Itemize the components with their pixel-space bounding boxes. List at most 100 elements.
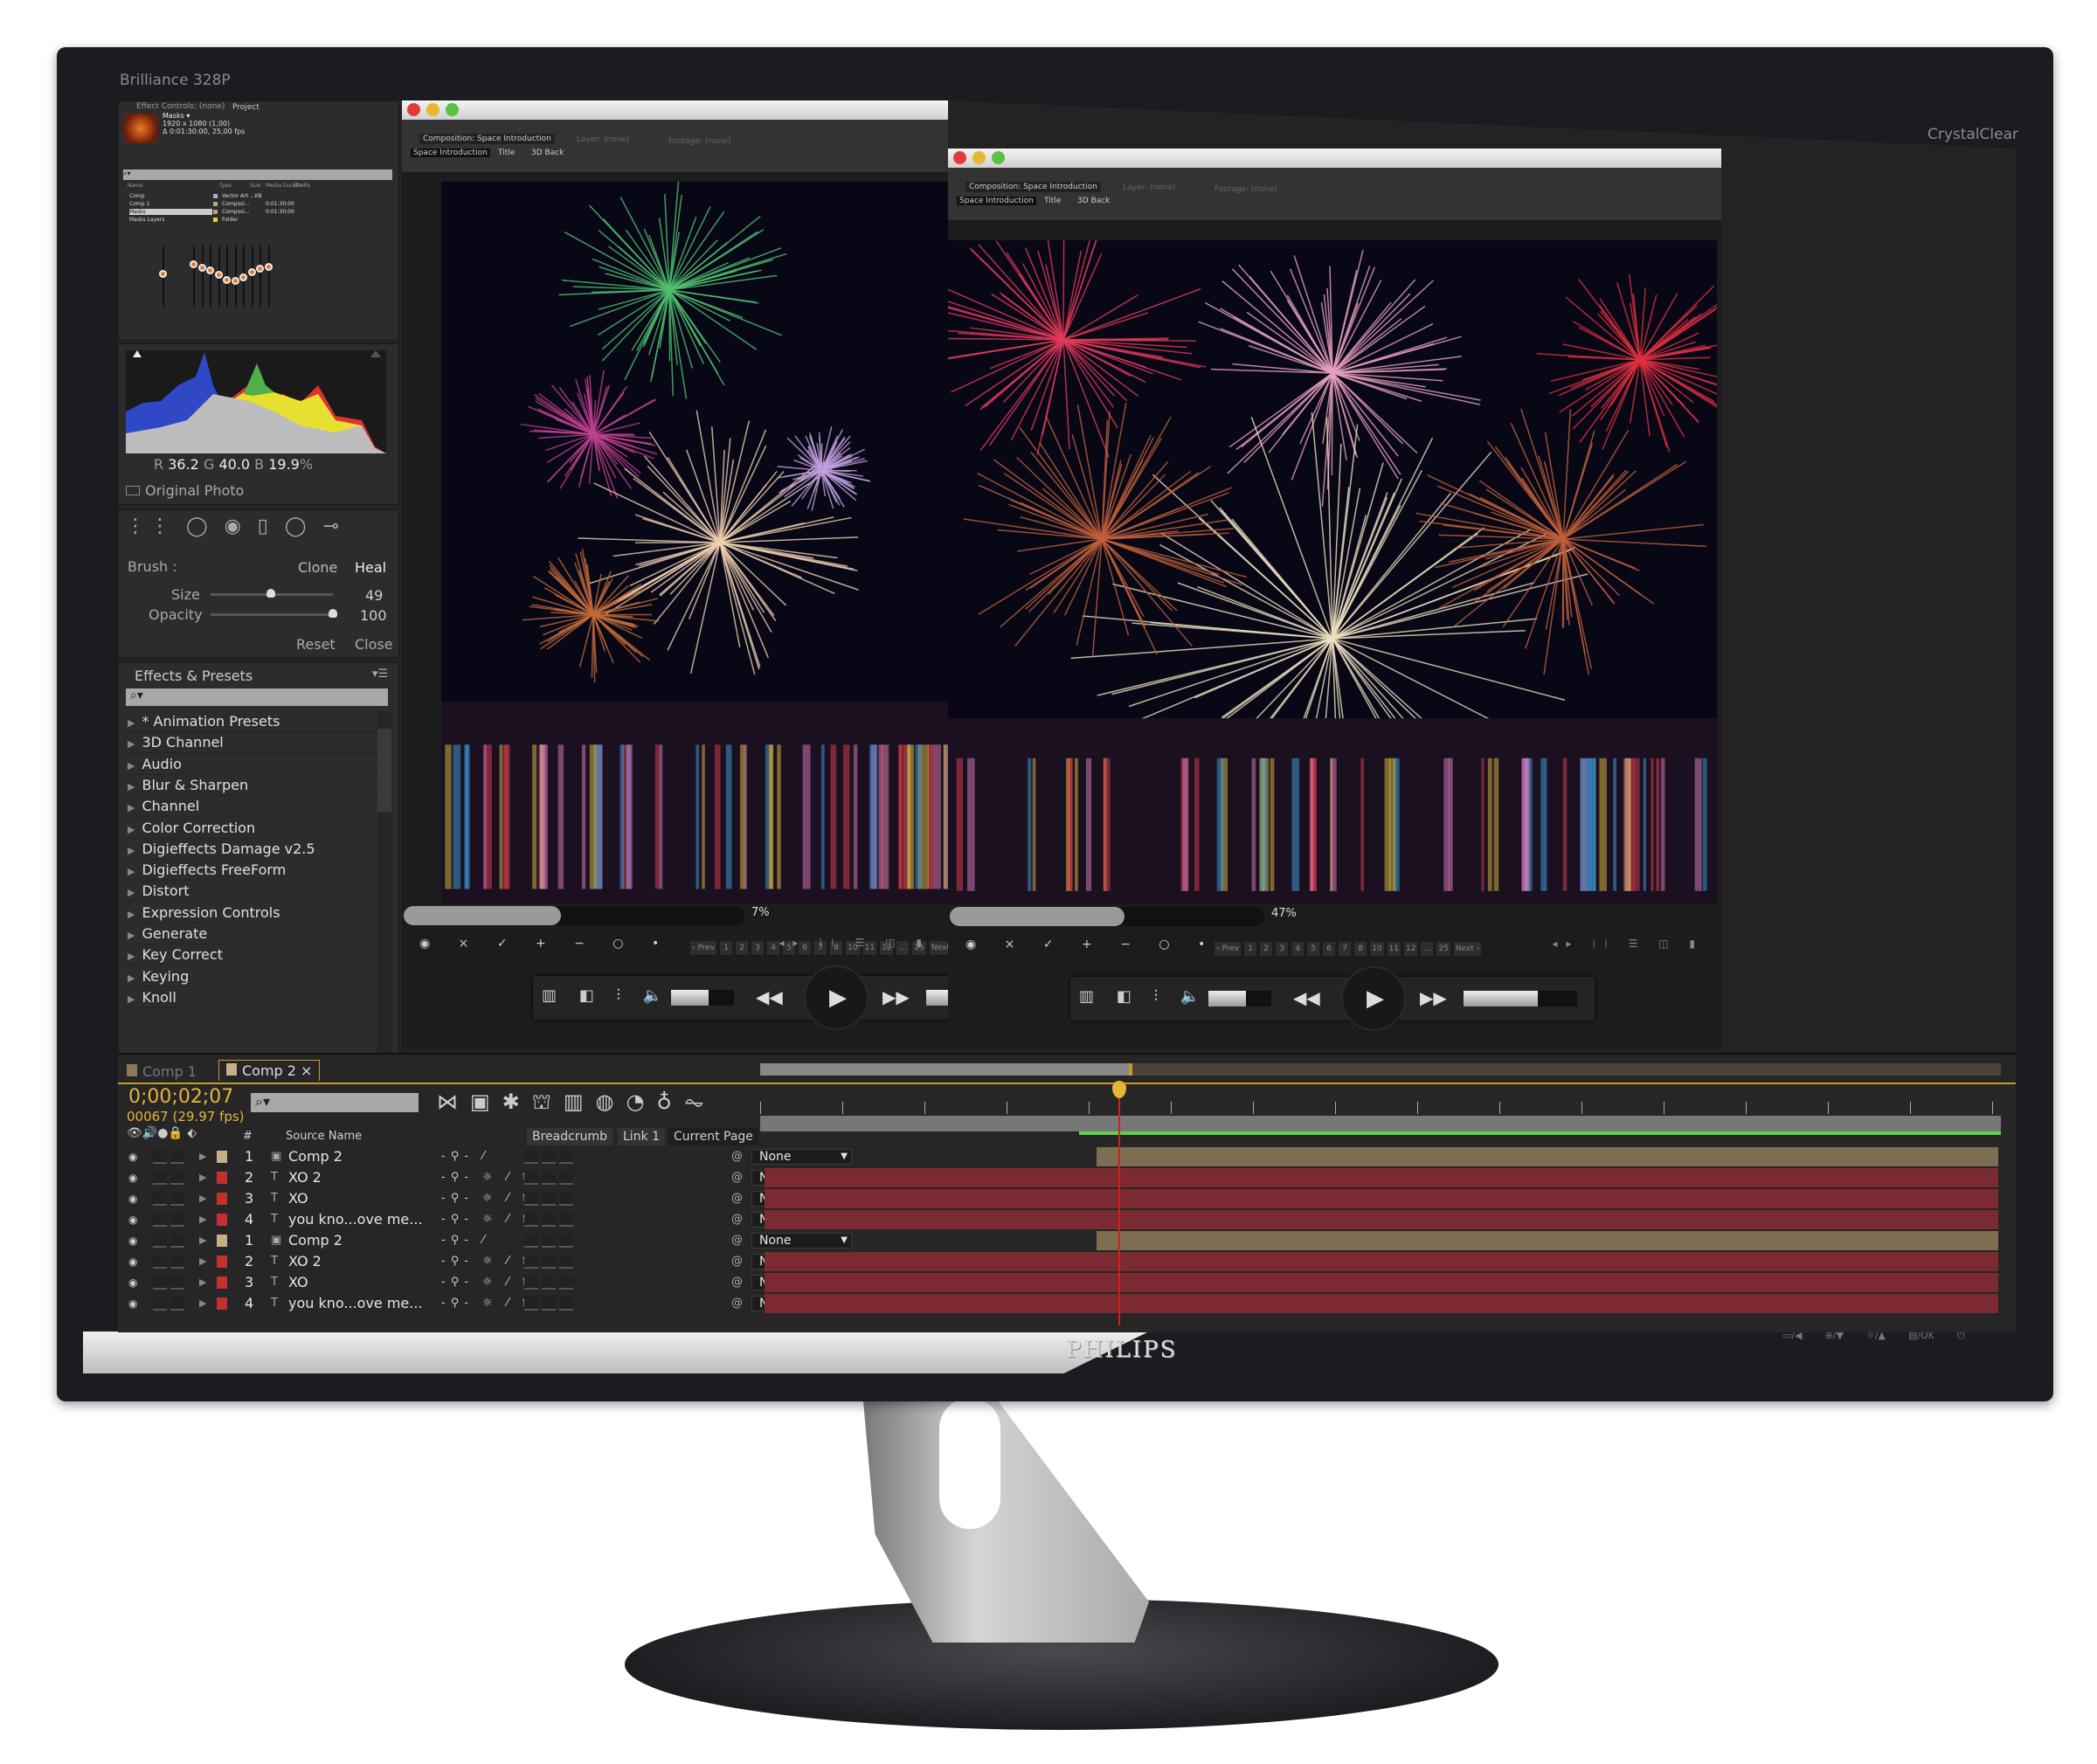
- player-view-icons[interactable]: ▥ ◧ ⫶ 🔈: [1079, 987, 1208, 1006]
- mode-switch[interactable]: [559, 1276, 573, 1290]
- expand-arrow-icon[interactable]: ▶: [128, 887, 135, 898]
- lock-switch[interactable]: [170, 1213, 184, 1227]
- effect-category[interactable]: ▶ Knoll: [128, 987, 400, 1008]
- lock-switch[interactable]: [170, 1171, 184, 1185]
- slider-thumb[interactable]: [329, 609, 337, 618]
- audio-switch[interactable]: [153, 1234, 167, 1248]
- mode-switch[interactable]: [524, 1150, 538, 1164]
- mode-switch[interactable]: [524, 1255, 538, 1269]
- lock-switch[interactable]: [170, 1297, 184, 1311]
- visibility-eye-icon[interactable]: ◉: [128, 1167, 137, 1188]
- layer-source-name[interactable]: XO: [288, 1188, 308, 1209]
- footage-tab[interactable]: Footage: (none): [668, 137, 731, 146]
- visibility-eye-icon[interactable]: ◉: [128, 1251, 137, 1272]
- page-button[interactable]: 25: [1436, 942, 1450, 956]
- pickwhip-icon[interactable]: @: [731, 1188, 743, 1209]
- prev-page-button[interactable]: ‹ Prev: [1215, 942, 1242, 956]
- fast-forward-button[interactable]: ▶▶: [1420, 987, 1447, 1008]
- opacity-slider[interactable]: [211, 609, 337, 618]
- audio-switch[interactable]: [153, 1150, 167, 1164]
- expand-arrow-icon[interactable]: ▶: [128, 802, 135, 813]
- player-view-icons[interactable]: ▥ ◧ ⫶ 🔈: [542, 986, 671, 1005]
- layer-source-name[interactable]: XO 2: [288, 1251, 322, 1272]
- viewer-tool-icons[interactable]: ◉ × ✓ + − ○ •: [419, 937, 671, 951]
- scroll-thumb[interactable]: [404, 906, 561, 925]
- label-color-swatch[interactable]: [217, 1297, 227, 1310]
- layer-row[interactable]: ◉▶2TXO 2-⚲- ☼ ⁄ fx@None▼: [118, 1251, 2016, 1272]
- label-color-swatch[interactable]: [217, 1172, 227, 1184]
- layer-duration-bar[interactable]: [765, 1189, 1998, 1208]
- mode-switch[interactable]: [542, 1276, 556, 1290]
- label-color-swatch[interactable]: [217, 1193, 227, 1205]
- mode-switch[interactable]: [524, 1234, 538, 1248]
- close-window-button[interactable]: [953, 151, 966, 164]
- mode-switch[interactable]: [542, 1255, 556, 1269]
- visibility-eye-icon[interactable]: ◉: [128, 1230, 137, 1251]
- effect-category[interactable]: ▶ * Animation Presets: [128, 711, 400, 732]
- audio-switch[interactable]: [153, 1276, 167, 1290]
- page-button[interactable]: 2: [736, 941, 749, 955]
- page-button[interactable]: 1: [720, 941, 733, 955]
- column-header[interactable]: Name: [128, 183, 143, 189]
- page-button[interactable]: 4: [1291, 942, 1305, 956]
- scroll-thumb[interactable]: [950, 907, 1125, 926]
- page-button[interactable]: 5: [1307, 942, 1320, 956]
- effect-category[interactable]: ▶ Digieffects Damage v2.5: [128, 839, 400, 860]
- reset-button[interactable]: Reset: [296, 636, 336, 653]
- brush-tool-icons[interactable]: ⋮⋮ ◯ ◉ ▯ ◯ ⊸: [126, 515, 344, 537]
- pickwhip-icon[interactable]: @: [731, 1272, 743, 1293]
- expand-arrow-icon[interactable]: ▶: [128, 781, 135, 792]
- expand-arrow-icon[interactable]: ▶: [128, 930, 135, 941]
- expand-arrow-icon[interactable]: ▶: [128, 760, 135, 771]
- tab-project[interactable]: Project: [232, 103, 260, 112]
- effect-category[interactable]: ▶ Digieffects FreeForm: [128, 860, 400, 882]
- project-item[interactable]: Comp Vector Art ...KB: [119, 193, 398, 201]
- tab-effect-controls[interactable]: Effect Controls: (none): [136, 102, 225, 111]
- expand-arrow-icon[interactable]: ▶: [199, 1209, 206, 1230]
- parent-dropdown[interactable]: None▼: [751, 1149, 852, 1165]
- pickwhip-icon[interactable]: @: [731, 1230, 743, 1251]
- eq-band-knob[interactable]: [190, 260, 197, 268]
- layer-source-name[interactable]: Comp 2: [288, 1230, 343, 1251]
- crumb-link-1[interactable]: Link 1: [618, 1128, 666, 1145]
- effect-category[interactable]: ▶ 3D Channel: [128, 732, 400, 754]
- composition-tab[interactable]: Composition: Space Introduction: [419, 134, 555, 144]
- layer-row[interactable]: ◉▶4Tyou kno...ove me...-⚲- ☼ ⁄ fx@None▼: [118, 1209, 2016, 1230]
- tab-comp-1[interactable]: Comp 1: [127, 1063, 197, 1080]
- mode-switch[interactable]: [559, 1171, 573, 1185]
- mode-switch[interactable]: [559, 1150, 573, 1164]
- layer-source-name[interactable]: Comp 2: [288, 1146, 343, 1167]
- layer-duration-bar[interactable]: [1097, 1147, 1998, 1166]
- layer-duration-bar[interactable]: [765, 1252, 1998, 1271]
- playhead[interactable]: [1118, 1081, 1120, 1325]
- work-area-bar[interactable]: [760, 1063, 2001, 1076]
- mode-switch[interactable]: [559, 1192, 573, 1206]
- pickwhip-icon[interactable]: @: [731, 1209, 743, 1230]
- minimize-window-button[interactable]: [972, 151, 986, 164]
- slider-thumb[interactable]: [266, 589, 275, 598]
- prev-page-button[interactable]: ‹ Prev: [690, 941, 717, 955]
- audio-switch[interactable]: [153, 1297, 167, 1311]
- parent-dropdown[interactable]: None▼: [751, 1233, 852, 1249]
- visibility-eye-icon[interactable]: ◉: [128, 1188, 137, 1209]
- expand-arrow-icon[interactable]: ▶: [199, 1167, 206, 1188]
- mode-switch[interactable]: [542, 1192, 556, 1206]
- label-color-swatch[interactable]: [217, 1235, 227, 1247]
- expand-arrow-icon[interactable]: ▶: [199, 1230, 206, 1251]
- layer-source-name[interactable]: you kno...ove me...: [288, 1293, 423, 1314]
- page-button[interactable]: 4: [767, 941, 780, 955]
- pickwhip-icon[interactable]: @: [731, 1293, 743, 1314]
- layer-row[interactable]: ◉▶3TXO-⚲- ☼ ⁄ fx@None▼: [118, 1272, 2016, 1293]
- close-window-button[interactable]: [407, 103, 420, 116]
- expand-arrow-icon[interactable]: ▶: [128, 909, 135, 920]
- zoom-window-button[interactable]: [992, 151, 1005, 164]
- close-button[interactable]: Close: [355, 636, 393, 653]
- layer-duration-bar[interactable]: [765, 1210, 1998, 1229]
- page-button[interactable]: 8: [1354, 942, 1367, 956]
- layer-source-name[interactable]: XO: [288, 1272, 308, 1293]
- audio-switch[interactable]: [153, 1213, 167, 1227]
- mode-switch[interactable]: [524, 1297, 538, 1311]
- crumb-current-page[interactable]: Current Page: [668, 1128, 758, 1145]
- page-button[interactable]: 10: [1370, 942, 1384, 956]
- composition-tab[interactable]: Composition: Space Introduction: [965, 182, 1101, 192]
